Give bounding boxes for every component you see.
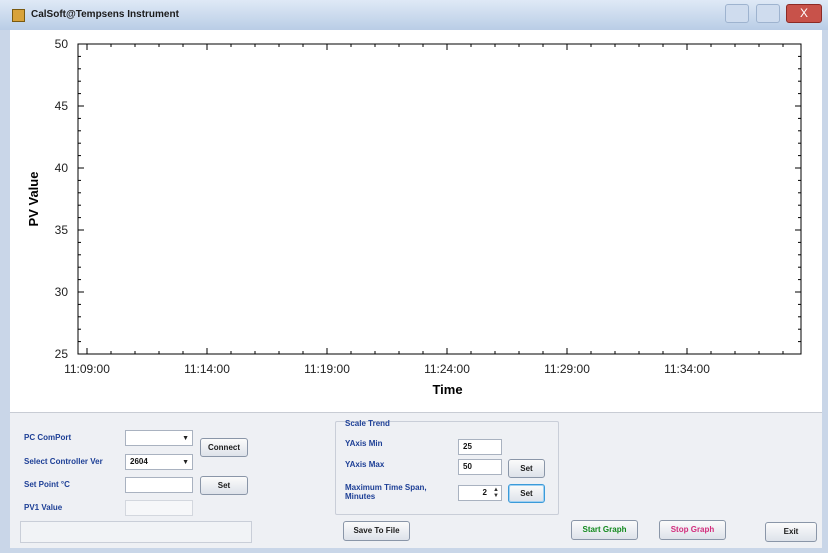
controller-version-label: Select Controller Ver — [24, 457, 103, 466]
start-graph-button[interactable]: Start Graph — [571, 520, 638, 540]
time-span-label: Maximum Time Span, Minutes — [345, 483, 427, 501]
x-tick-label: 11:19:00 — [304, 362, 350, 376]
controller-version-select[interactable]: 2604 ▼ — [125, 454, 193, 470]
y-tick-label: 45 — [55, 99, 69, 113]
y-tick-label: 30 — [55, 285, 69, 299]
trend-chart: 25 30 35 40 45 50 11:09:00 11:14:00 11:19:00 11:2… — [26, 37, 802, 397]
plot-area — [77, 43, 802, 355]
close-button[interactable]: X — [786, 4, 822, 23]
y-tick-label: 35 — [55, 223, 69, 237]
x-tick-label: 11:14:00 — [184, 362, 230, 376]
title-bar: CalSoft@Tempsens Instrument X — [0, 0, 828, 30]
save-to-file-button[interactable]: Save To File — [343, 521, 410, 541]
com-port-label: PC ComPort — [24, 433, 72, 442]
time-span-value: 2 — [482, 488, 487, 497]
time-span-set-button[interactable]: Set — [508, 484, 545, 503]
x-tick-label: 11:29:00 — [544, 362, 590, 376]
control-panel: PC ComPort ▼ Connect Select Controller V… — [10, 412, 822, 548]
minimize-button[interactable] — [725, 4, 750, 23]
set-point-set-button[interactable]: Set — [200, 476, 248, 495]
y-tick-label: 50 — [55, 37, 69, 51]
yaxis-set-button[interactable]: Set — [508, 459, 545, 478]
chevron-down-icon: ▼ — [182, 459, 189, 466]
pv1-value-display — [125, 500, 193, 516]
y-tick-label: 40 — [55, 161, 69, 175]
scale-trend-title: Scale Trend — [345, 419, 390, 428]
y-axis-title: PV Value — [26, 172, 41, 227]
yaxis-min-label: YAxis Min — [345, 439, 383, 448]
window-title: CalSoft@Tempsens Instrument — [31, 9, 179, 20]
main-window-content: 25 30 35 40 45 50 11:09:00 11:14:00 11:19:00 11:2… — [10, 30, 822, 548]
x-tick-label: 11:09:00 — [64, 362, 110, 376]
controller-version-value: 2604 — [130, 457, 148, 466]
app-icon — [12, 9, 25, 22]
status-box — [20, 521, 252, 543]
set-point-input[interactable] — [125, 477, 193, 493]
maximize-button[interactable] — [755, 4, 780, 23]
yaxis-min-input[interactable]: 25 — [458, 439, 502, 455]
time-span-stepper[interactable]: 2 ▲ ▼ — [458, 485, 502, 501]
com-port-select[interactable]: ▼ — [125, 430, 193, 446]
exit-button[interactable]: Exit — [765, 522, 817, 542]
yaxis-max-input[interactable]: 50 — [458, 459, 502, 475]
connect-button[interactable]: Connect — [200, 438, 248, 457]
set-point-label: Set Point °C — [24, 480, 70, 489]
window-controls: X — [723, 4, 822, 24]
pv1-value-label: PV1 Value — [24, 503, 63, 512]
x-axis-title: Time — [432, 382, 462, 397]
y-tick-label: 25 — [55, 347, 69, 361]
stop-graph-button[interactable]: Stop Graph — [659, 520, 726, 540]
spinner-arrows-icon[interactable]: ▲ ▼ — [493, 487, 499, 499]
x-tick-label: 11:34:00 — [664, 362, 710, 376]
yaxis-max-label: YAxis Max — [345, 460, 385, 469]
chevron-down-icon: ▼ — [182, 435, 189, 442]
x-tick-label: 11:24:00 — [424, 362, 470, 376]
